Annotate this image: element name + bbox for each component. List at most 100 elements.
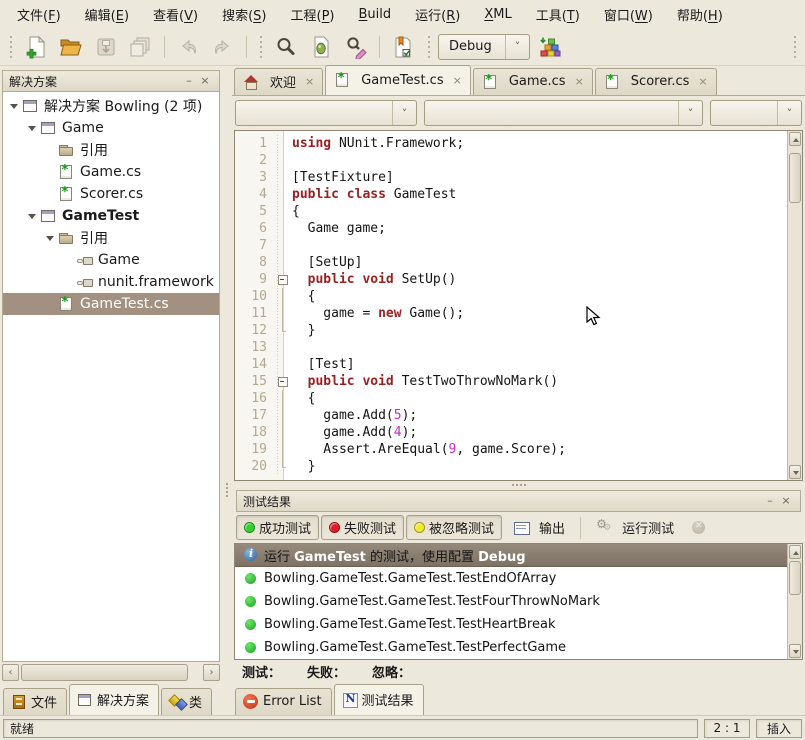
save-all-button[interactable] bbox=[125, 32, 157, 62]
code-line[interactable]: 10 { bbox=[235, 288, 787, 305]
document-tab[interactable]: GameTest.cs × bbox=[325, 65, 471, 95]
scroll-up-arrow[interactable] bbox=[789, 132, 801, 146]
fold-margin[interactable] bbox=[275, 203, 289, 220]
member-dropdown[interactable]: ˅ bbox=[424, 100, 703, 126]
menu-item[interactable]: 工具(T) bbox=[525, 1, 591, 28]
undo-button[interactable] bbox=[172, 32, 204, 62]
tree-row[interactable]: Scorer.cs bbox=[3, 183, 219, 205]
code-line[interactable]: 19 Assert.AreEqual(9, game.Score); bbox=[235, 441, 787, 458]
solution-tree-hscrollbar[interactable]: ‹ › bbox=[2, 664, 220, 681]
new-file-button[interactable] bbox=[20, 32, 52, 62]
dock-tab[interactable]: 解决方案 bbox=[69, 684, 159, 715]
fold-margin[interactable] bbox=[275, 169, 289, 186]
fold-margin[interactable] bbox=[275, 407, 289, 424]
toolbar-grip[interactable] bbox=[425, 36, 432, 58]
save-button[interactable] bbox=[90, 32, 122, 62]
fold-margin[interactable] bbox=[275, 237, 289, 254]
dock-tab[interactable]: 类 bbox=[161, 688, 212, 715]
tree-row[interactable]: Game bbox=[3, 249, 219, 271]
menu-item[interactable]: 窗口(W) bbox=[593, 1, 664, 28]
tree-row[interactable]: GameTest bbox=[3, 205, 219, 227]
menu-item[interactable]: 查看(V) bbox=[142, 1, 209, 28]
fold-margin[interactable] bbox=[275, 441, 289, 458]
fold-margin[interactable] bbox=[275, 305, 289, 322]
tree-expander-icon[interactable] bbox=[43, 231, 58, 246]
scroll-up-arrow[interactable] bbox=[789, 545, 801, 559]
test-filter-toggle[interactable]: 失败测试 bbox=[321, 515, 404, 540]
fold-margin[interactable] bbox=[275, 288, 289, 305]
code-line[interactable]: 4 public class GameTest bbox=[235, 186, 787, 203]
open-button[interactable] bbox=[55, 32, 87, 62]
tab-close-icon[interactable]: × bbox=[698, 75, 707, 88]
fold-margin[interactable] bbox=[275, 271, 289, 288]
fold-margin[interactable] bbox=[275, 373, 289, 390]
document-tab[interactable]: Game.cs × bbox=[473, 68, 593, 95]
fold-margin[interactable] bbox=[275, 458, 289, 475]
minimize-button[interactable]: – bbox=[181, 74, 197, 88]
deploy-blocks-button[interactable] bbox=[533, 32, 565, 62]
horizontal-splitter[interactable] bbox=[232, 481, 805, 490]
tab-close-icon[interactable]: × bbox=[453, 74, 462, 87]
hscroll-thumb[interactable] bbox=[21, 664, 188, 681]
redo-button[interactable] bbox=[207, 32, 239, 62]
scroll-down-arrow[interactable] bbox=[789, 465, 801, 479]
code-line[interactable]: 8 [SetUp] bbox=[235, 254, 787, 271]
menu-item[interactable]: 文件(F) bbox=[6, 1, 72, 28]
output-toggle[interactable]: 输出 bbox=[506, 515, 572, 540]
scroll-left-arrow[interactable]: ‹ bbox=[2, 664, 19, 681]
scroll-right-arrow[interactable]: › bbox=[203, 664, 220, 681]
test-filter-toggle[interactable]: 被忽略测试 bbox=[406, 515, 502, 540]
fold-margin[interactable] bbox=[275, 390, 289, 407]
fold-margin[interactable] bbox=[275, 186, 289, 203]
editor-vscrollbar[interactable] bbox=[787, 131, 802, 480]
test-list-vscrollbar[interactable] bbox=[787, 544, 802, 659]
toolbar-grip[interactable] bbox=[257, 36, 264, 58]
tree-expander-icon[interactable] bbox=[43, 187, 58, 202]
code-line[interactable]: 13 bbox=[235, 339, 787, 356]
test-result-row[interactable]: Bowling.GameTest.GameTest.TestFourThrowN… bbox=[235, 590, 787, 613]
code-line[interactable]: 2 bbox=[235, 152, 787, 169]
toolbar-grip[interactable] bbox=[791, 36, 798, 58]
menu-item[interactable]: Build bbox=[348, 3, 403, 26]
configuration-dropdown[interactable]: Debug ˅ bbox=[438, 34, 530, 60]
close-button[interactable]: × bbox=[197, 74, 213, 88]
fold-margin[interactable] bbox=[275, 322, 289, 339]
menu-item[interactable]: 运行(R) bbox=[404, 1, 471, 28]
vertical-splitter[interactable] bbox=[222, 66, 232, 715]
tree-expander-icon[interactable] bbox=[7, 99, 22, 114]
toolbar-grip[interactable] bbox=[7, 36, 14, 58]
fold-margin[interactable] bbox=[275, 254, 289, 271]
test-result-row[interactable]: 运行 GameTest 的测试，使用配置 Debug bbox=[235, 544, 787, 567]
code-line[interactable]: 3 [TestFixture] bbox=[235, 169, 787, 186]
task-list-button[interactable] bbox=[387, 32, 419, 62]
code-line[interactable]: 15 public void TestTwoThrowNoMark() bbox=[235, 373, 787, 390]
hscroll-track[interactable] bbox=[20, 664, 202, 681]
code-line[interactable]: 14 [Test] bbox=[235, 356, 787, 373]
code-line[interactable]: 17 game.Add(5); bbox=[235, 407, 787, 424]
fold-margin[interactable] bbox=[275, 220, 289, 237]
tree-row[interactable]: GameTest.cs bbox=[3, 293, 219, 315]
code-line[interactable]: 20 } bbox=[235, 458, 787, 475]
tree-row[interactable]: Game.cs bbox=[3, 161, 219, 183]
search-button[interactable] bbox=[270, 32, 302, 62]
code-line[interactable]: 11 game = new Game(); bbox=[235, 305, 787, 322]
scroll-down-arrow[interactable] bbox=[789, 644, 801, 658]
tree-expander-icon[interactable] bbox=[43, 143, 58, 158]
tree-row[interactable]: 解决方案 Bowling (2 项) bbox=[3, 95, 219, 117]
code-lines[interactable]: 1 using NUnit.Framework; 2 3 [TestFixtur… bbox=[235, 131, 787, 480]
code-line[interactable]: 1 using NUnit.Framework; bbox=[235, 135, 787, 152]
fold-margin[interactable] bbox=[275, 356, 289, 373]
tree-row[interactable]: Game bbox=[3, 117, 219, 139]
search-in-files-button[interactable] bbox=[305, 32, 337, 62]
dock-tab[interactable]: Error List bbox=[235, 688, 332, 715]
menu-item[interactable]: 帮助(H) bbox=[666, 1, 734, 28]
vscroll-thumb[interactable] bbox=[789, 561, 801, 595]
tree-row[interactable]: 引用 bbox=[3, 227, 219, 249]
tree-expander-icon[interactable] bbox=[43, 165, 58, 180]
tree-expander-icon[interactable] bbox=[61, 275, 76, 290]
minimize-button[interactable]: – bbox=[762, 494, 778, 508]
code-editor[interactable]: 1 using NUnit.Framework; 2 3 [TestFixtur… bbox=[234, 130, 803, 481]
dock-tab[interactable]: 测试结果 bbox=[334, 684, 424, 715]
tab-close-icon[interactable]: × bbox=[305, 75, 314, 88]
tree-expander-icon[interactable] bbox=[43, 297, 58, 312]
